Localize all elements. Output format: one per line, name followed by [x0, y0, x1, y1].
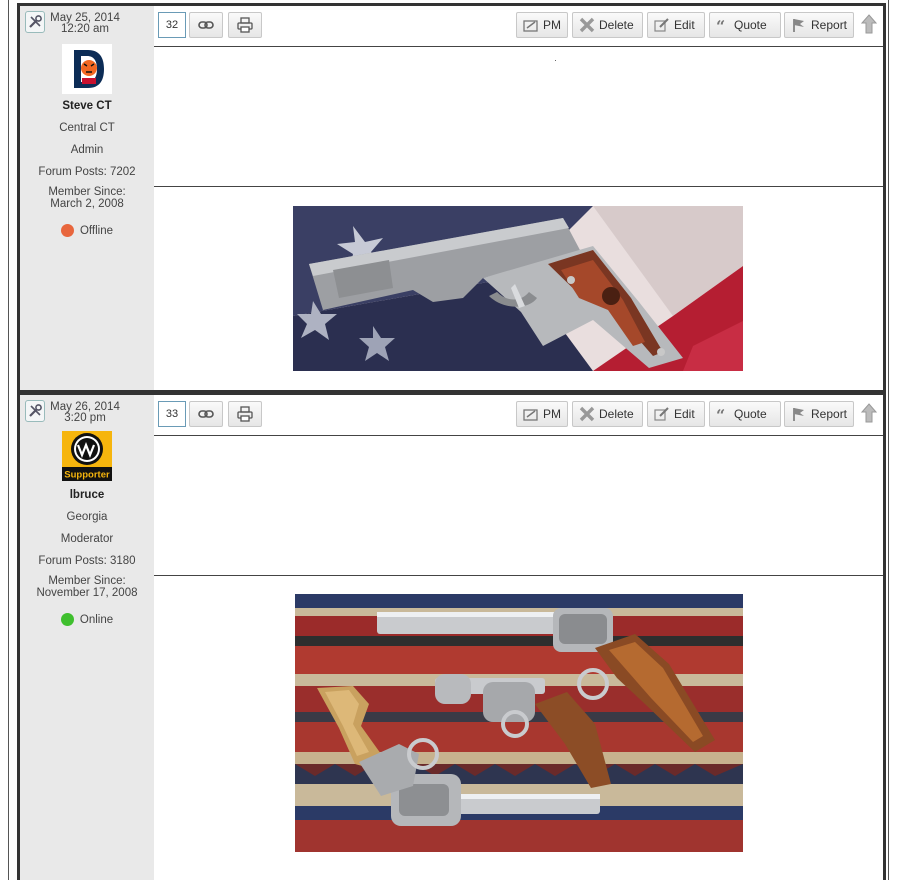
forum-post: May 25, 2014 12:20 am Steve CT Central C…: [17, 3, 886, 393]
print-icon: [237, 17, 253, 33]
report-button[interactable]: Report: [784, 401, 854, 427]
delete-label: Delete: [599, 407, 634, 421]
back-to-top-arrow-icon[interactable]: [861, 14, 877, 34]
status-label: Offline: [79, 225, 114, 237]
forum-post-count: Forum Posts: 7202: [38, 166, 136, 178]
post-toolbar: 33 PM Delete Edit “ Quote Report: [154, 395, 883, 436]
member-since: Member Since: March 2, 2008: [20, 186, 154, 210]
username[interactable]: Steve CT: [20, 100, 154, 112]
edit-pencil-icon: [654, 407, 669, 421]
user-role: Admin: [70, 144, 104, 156]
member-since-label: Member Since:: [48, 186, 126, 198]
delete-label: Delete: [599, 18, 634, 32]
avatar[interactable]: Supporter: [62, 431, 112, 481]
edit-button[interactable]: Edit: [647, 12, 705, 38]
post-number-link[interactable]: 32: [158, 12, 186, 38]
post-signature: [154, 576, 883, 880]
supporter-badge-icon: Supporter: [62, 431, 112, 481]
supporter-badge-text: Supporter: [64, 470, 110, 481]
quote-button[interactable]: “ Quote: [709, 12, 781, 38]
print-icon: [237, 406, 253, 422]
signature-image-revolvers: [295, 594, 743, 852]
signature-image-pistol: [293, 206, 743, 371]
status-label: Online: [79, 614, 114, 626]
user-location: Central CT: [59, 122, 115, 134]
username[interactable]: lbruce: [20, 489, 154, 501]
svg-text:“: “: [716, 408, 725, 422]
quote-icon: “: [716, 406, 725, 425]
avatar[interactable]: [62, 44, 112, 94]
member-since-label: Member Since:: [48, 575, 126, 587]
member-since: Member Since: November 17, 2008: [20, 575, 154, 599]
print-button[interactable]: [228, 401, 262, 427]
user-role: Moderator: [60, 533, 114, 545]
delete-button[interactable]: Delete: [572, 12, 643, 38]
detroit-tigers-logo-icon: [62, 44, 112, 94]
member-since-date: March 2, 2008: [50, 197, 124, 210]
delete-button[interactable]: Delete: [572, 401, 643, 427]
message-content-dot: [555, 60, 556, 61]
post-author-profile: May 26, 2014 3:20 pm Supporter lbruce Ge…: [20, 395, 154, 880]
delete-x-icon: [579, 17, 595, 33]
edit-button[interactable]: Edit: [647, 401, 705, 427]
forum-post: May 26, 2014 3:20 pm Supporter lbruce Ge…: [17, 392, 886, 880]
pm-label: PM: [543, 18, 561, 32]
member-since-date: November 17, 2008: [36, 586, 138, 599]
post-date-time: 12:20 am: [61, 23, 109, 35]
user-location: Georgia: [66, 511, 108, 523]
report-flag-icon: [793, 408, 804, 421]
edit-label: Edit: [674, 18, 695, 32]
post-number-link[interactable]: 33: [158, 401, 186, 427]
quote-label: Quote: [734, 407, 767, 421]
report-label: Report: [811, 407, 848, 421]
online-status: Offline: [20, 224, 154, 237]
edit-label: Edit: [674, 407, 695, 421]
edit-pencil-icon: [654, 18, 669, 32]
moderator-tools-icon[interactable]: [25, 400, 45, 422]
quote-label: Quote: [734, 18, 767, 32]
quote-icon: “: [716, 17, 725, 36]
pm-button[interactable]: PM: [516, 401, 568, 427]
post-signature: [154, 187, 883, 390]
moderator-tools-icon[interactable]: [25, 11, 45, 33]
permalink-button[interactable]: [189, 12, 223, 38]
status-dot-icon: [60, 613, 74, 626]
status-dot-icon: [60, 224, 74, 237]
print-button[interactable]: [228, 12, 262, 38]
svg-text:“: “: [716, 19, 725, 33]
link-icon: [198, 21, 214, 29]
report-flag-icon: [793, 19, 804, 32]
post-author-profile: May 25, 2014 12:20 am Steve CT Central C…: [20, 6, 154, 390]
link-icon: [198, 410, 214, 418]
report-label: Report: [811, 18, 848, 32]
online-status: Online: [20, 613, 154, 626]
post-date: May 25, 2014 12:20 am: [50, 12, 120, 35]
quote-button[interactable]: “ Quote: [709, 401, 781, 427]
pm-icon: [523, 20, 538, 32]
delete-x-icon: [579, 406, 595, 422]
report-button[interactable]: Report: [784, 12, 854, 38]
pm-button[interactable]: PM: [516, 12, 568, 38]
post-message-body: [154, 47, 883, 187]
forum-post-count: Forum Posts: 3180: [38, 555, 136, 567]
permalink-button[interactable]: [189, 401, 223, 427]
post-toolbar: 32 PM Delete Edit “ Quote Report: [154, 6, 883, 47]
pm-label: PM: [543, 407, 561, 421]
post-date: May 26, 2014 3:20 pm: [50, 401, 120, 424]
back-to-top-arrow-icon[interactable]: [861, 403, 877, 423]
post-message-body: [154, 436, 883, 576]
pm-icon: [523, 409, 538, 421]
post-date-time: 3:20 pm: [64, 412, 106, 424]
